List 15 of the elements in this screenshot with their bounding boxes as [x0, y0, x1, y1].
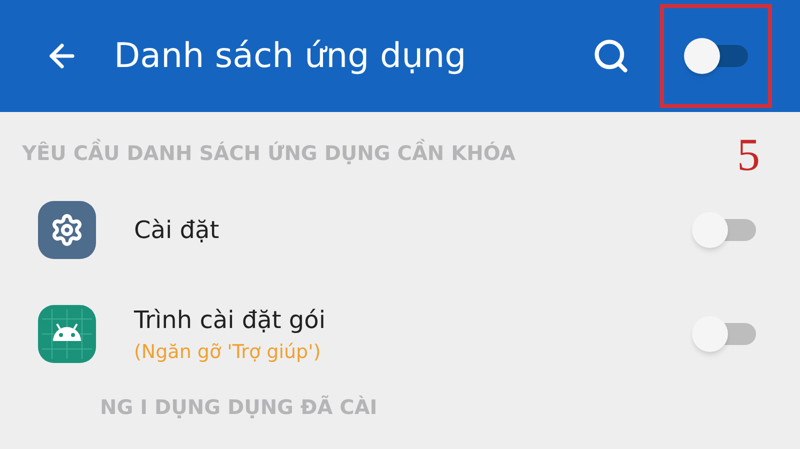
app-name: Trình cài đặt gói — [134, 304, 326, 336]
app-note: (Ngăn gỡ 'Trợ giúp') — [134, 340, 322, 365]
android-icon — [38, 305, 96, 363]
app-row[interactable]: Cài đặt — [0, 178, 800, 282]
step-number: 5 — [737, 132, 760, 178]
app-row[interactable]: Trình cài đặt gói (Ngăn gỡ 'Trợ giúp') — [0, 282, 800, 386]
gear-icon — [38, 201, 96, 259]
screen-title: Danh sách ứng dụng — [114, 34, 468, 78]
app-name: Cài đặt — [134, 215, 220, 246]
section-header: YÊU CẦU DANH SÁCH ỨNG DỤNG CẦN KHÓA — [22, 138, 516, 168]
search-button[interactable] — [592, 37, 630, 75]
toggle-switch[interactable] — [684, 38, 748, 74]
toggle-switch[interactable] — [692, 316, 756, 352]
section-header: NG I DỤNG DỤNG ĐÃ CÀI — [99, 394, 378, 421]
toggle-switch[interactable] — [692, 212, 756, 248]
